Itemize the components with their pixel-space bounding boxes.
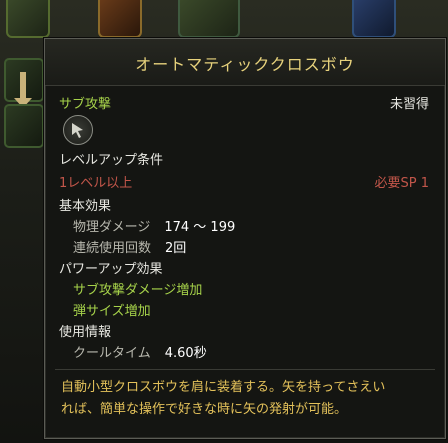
skill-title: オートマティッククロスボウ [135, 55, 355, 74]
physical-damage-value: 174 ～ 199 [164, 220, 236, 235]
description-line-1: 自動小型クロスボウを肩に装着する。矢を持ってさえい [61, 380, 386, 395]
skill-slot-1[interactable] [6, 0, 50, 38]
base-effect-header: 基本効果 [59, 199, 112, 214]
level-requirement: 1レベル以上 [59, 176, 133, 191]
cooldown-row: クールタイム 4.60秒 [73, 342, 207, 361]
powerup-header: パワーアップ効果 [59, 262, 163, 277]
crossbow-bolt-icon [63, 115, 93, 145]
powerup-effect: 弾サイズ増加 [73, 304, 151, 319]
level-condition-header: レベルアップ条件 [59, 153, 164, 168]
description-divider [55, 369, 435, 370]
powerup-effect: サブ攻撃ダメージ増加 [73, 283, 203, 298]
description-line-2: れば、簡単な操作で好きな時に矢の発射が可能。 [61, 402, 348, 417]
physical-damage-label: 物理ダメージ [73, 220, 151, 235]
consecutive-uses-value: 2回 [165, 241, 187, 256]
cooldown-value: 4.60秒 [164, 346, 207, 361]
cooldown-label: クールタイム [73, 346, 151, 361]
consecutive-uses-row: 連続使用回数 2回 [73, 237, 186, 256]
consecutive-uses-label: 連続使用回数 [73, 241, 152, 256]
learn-status: 未習得 [389, 97, 429, 112]
skill-slot-3[interactable] [178, 0, 240, 38]
arrow-down-icon [14, 72, 32, 108]
usage-info-header: 使用情報 [59, 325, 112, 340]
physical-damage-row: 物理ダメージ 174 ～ 199 [73, 216, 235, 235]
side-button-2[interactable] [4, 104, 44, 148]
skill-description: 自動小型クロスボウを肩に装着する。矢を持ってさえい れば、簡単な操作で好きな時に… [61, 377, 431, 421]
skill-slot-4[interactable] [352, 0, 396, 38]
skill-tooltip: オートマティッククロスボウ サブ攻撃 未習得 レベルアップ条件 1レベル以上 必… [44, 38, 446, 439]
skill-category: サブ攻撃 [59, 97, 112, 112]
skill-slot-2[interactable] [98, 0, 142, 38]
sp-requirement: 必要SP 1 [374, 176, 430, 191]
